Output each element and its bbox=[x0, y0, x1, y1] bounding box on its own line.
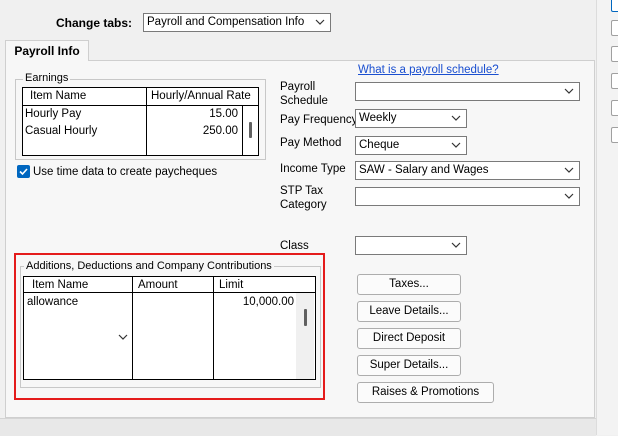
payroll-schedule-select[interactable] bbox=[355, 82, 580, 101]
strip-control[interactable] bbox=[611, 127, 618, 143]
strip-control[interactable] bbox=[611, 73, 618, 89]
tab-payroll-info[interactable]: Payroll Info bbox=[5, 40, 89, 61]
pay-method-select[interactable]: Cheque bbox=[355, 136, 467, 155]
class-select[interactable] bbox=[355, 236, 467, 255]
chevron-down-icon bbox=[451, 113, 461, 123]
highlight-box bbox=[14, 253, 325, 400]
earnings-col-item-name[interactable]: Item Name bbox=[30, 90, 86, 102]
taxes-button[interactable]: Taxes... bbox=[357, 274, 461, 295]
check-icon bbox=[19, 168, 28, 176]
bottom-band bbox=[0, 418, 596, 436]
pay-frequency-select[interactable]: Weekly bbox=[355, 109, 467, 128]
chevron-down-icon bbox=[564, 86, 574, 96]
income-type-label: Income Type bbox=[280, 163, 346, 175]
adjacent-window-strip bbox=[596, 0, 618, 435]
earnings-row-name[interactable]: Casual Hourly bbox=[25, 125, 97, 137]
stp-tax-category-select[interactable] bbox=[355, 187, 580, 206]
strip-control[interactable] bbox=[611, 20, 618, 36]
super-details-button[interactable]: Super Details... bbox=[357, 355, 461, 376]
use-time-data-checkbox[interactable] bbox=[17, 165, 30, 178]
chevron-down-icon bbox=[315, 17, 325, 27]
class-label: Class bbox=[280, 240, 309, 252]
raises-promotions-button[interactable]: Raises & Promotions bbox=[357, 382, 494, 403]
earnings-scrollbar[interactable] bbox=[249, 122, 252, 138]
pay-frequency-label: Pay Frequency bbox=[280, 114, 358, 126]
leave-details-button[interactable]: Leave Details... bbox=[357, 301, 461, 322]
earnings-row-name[interactable]: Hourly Pay bbox=[25, 108, 81, 120]
earnings-row-rate[interactable]: 15.00 bbox=[147, 108, 238, 120]
earnings-row-rate[interactable]: 250.00 bbox=[147, 125, 238, 137]
earnings-group-label: Earnings bbox=[23, 72, 71, 84]
change-tabs-select[interactable]: Payroll and Compensation Info bbox=[143, 13, 331, 32]
earnings-col-rate[interactable]: Hourly/Annual Rate bbox=[151, 90, 251, 102]
direct-deposit-button[interactable]: Direct Deposit bbox=[357, 328, 461, 349]
income-type-select[interactable]: SAW - Salary and Wages bbox=[355, 161, 580, 180]
strip-control[interactable] bbox=[611, 46, 618, 62]
stp-tax-category-label: STP Tax Category bbox=[280, 185, 327, 211]
strip-control[interactable] bbox=[611, 0, 618, 12]
change-tabs-label: Change tabs: bbox=[56, 16, 133, 30]
chevron-down-icon bbox=[564, 165, 574, 175]
strip-control[interactable] bbox=[611, 100, 618, 116]
change-tabs-value: Payroll and Compensation Info bbox=[147, 16, 305, 28]
chevron-down-icon bbox=[451, 240, 461, 250]
earnings-table[interactable]: Item Name Hourly/Annual Rate Hourly Pay … bbox=[22, 87, 259, 156]
chevron-down-icon bbox=[451, 140, 461, 150]
pay-frequency-value: Weekly bbox=[359, 112, 397, 124]
payroll-schedule-label: Payroll Schedule bbox=[280, 81, 328, 107]
payroll-schedule-link[interactable]: What is a payroll schedule? bbox=[358, 64, 499, 76]
use-time-data-label[interactable]: Use time data to create paycheques bbox=[33, 165, 217, 179]
pay-method-value: Cheque bbox=[359, 139, 400, 151]
chevron-down-icon bbox=[564, 191, 574, 201]
income-type-value: SAW - Salary and Wages bbox=[359, 164, 489, 176]
pay-method-label: Pay Method bbox=[280, 137, 342, 149]
